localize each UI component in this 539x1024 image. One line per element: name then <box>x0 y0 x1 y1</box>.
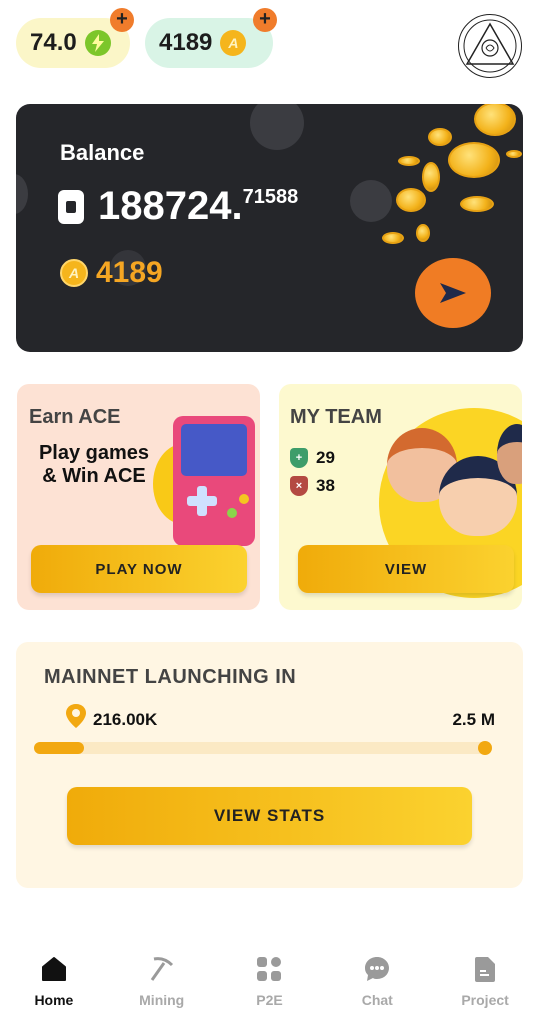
document-icon <box>470 954 500 984</box>
location-pin-icon <box>66 704 86 728</box>
gold-coin-icon <box>474 104 516 136</box>
nav-item-home[interactable]: Home <box>0 940 108 1024</box>
earn-title: Earn ACE <box>29 406 121 428</box>
balance-amount: 188724. 71588 <box>58 184 298 229</box>
balance-coin-value: 4189 <box>96 256 163 289</box>
wins-value: 29 <box>316 448 335 467</box>
energy-pill[interactable]: 74.0 + <box>16 8 134 68</box>
app-logo-icon <box>58 190 84 224</box>
send-button[interactable] <box>415 258 491 328</box>
gold-coin-icon <box>398 156 420 166</box>
shield-plus-icon: + <box>290 448 308 468</box>
ace-coin-icon: A <box>60 259 88 287</box>
mainnet-target: 2.5 M <box>452 710 495 729</box>
nav-item-mining[interactable]: Mining <box>108 940 216 1024</box>
view-team-button[interactable]: VIEW <box>298 545 514 593</box>
lightning-icon <box>84 30 111 56</box>
energy-value: 74.0 <box>30 29 77 56</box>
decor-circle <box>250 104 304 150</box>
nav-label: P2E <box>256 992 283 1008</box>
earn-card: Earn ACE Play games & Win ACE PLAY NOW <box>17 384 260 610</box>
chat-icon <box>362 954 392 984</box>
balance-card: Balance 188724. 71588 A 4189 <box>16 104 523 352</box>
nav-label: Chat <box>361 992 393 1008</box>
losses-value: 38 <box>316 476 335 495</box>
coin-pill[interactable]: 4189 A + <box>145 8 277 68</box>
view-stats-button[interactable]: VIEW STATS <box>67 787 472 845</box>
team-wins: + 29 <box>290 448 335 468</box>
gold-coin-icon <box>396 188 426 212</box>
mainnet-current: 216.00K <box>93 710 158 729</box>
gameboy-icon <box>173 416 255 546</box>
balance-coins: A 4189 <box>60 256 163 290</box>
shield-x-icon: × <box>290 476 308 496</box>
nav-item-project[interactable]: Project <box>431 940 539 1024</box>
mainnet-progress-bar <box>34 741 492 755</box>
gold-coin-icon <box>460 196 494 212</box>
ace-coin-icon: A <box>220 30 247 56</box>
nav-label: Home <box>34 992 74 1008</box>
nav-item-p2e[interactable]: P2E <box>216 940 324 1024</box>
nav-item-chat[interactable]: Chat <box>323 940 431 1024</box>
mainnet-progress-end <box>478 741 492 755</box>
profile-logo-icon <box>463 19 517 73</box>
decor-circle <box>16 174 28 214</box>
gold-coin-icon <box>506 150 522 158</box>
team-card: MY TEAM + 29 × 38 VIEW <box>279 384 522 610</box>
grid-icon <box>254 954 284 984</box>
avatar[interactable] <box>458 14 522 78</box>
bottom-nav: Home Mining P2E Chat Project <box>0 940 539 1024</box>
balance-integer: 188724. <box>98 184 243 228</box>
gold-coin-icon <box>448 142 500 178</box>
gold-coin-icon <box>416 224 430 242</box>
balance-fraction: 71588 <box>242 186 299 208</box>
play-now-button[interactable]: PLAY NOW <box>31 545 247 593</box>
decor-circle <box>350 180 392 222</box>
gold-coin-icon <box>422 162 440 192</box>
nav-label: Project <box>461 992 509 1008</box>
mainnet-title: MAINNET LAUNCHING IN <box>44 666 297 688</box>
add-energy-button[interactable]: + <box>110 8 134 32</box>
coin-value: 4189 <box>159 29 213 56</box>
team-title: MY TEAM <box>290 406 382 428</box>
mainnet-card: MAINNET LAUNCHING IN 216.00K 2.5 M VIEW … <box>16 642 523 888</box>
team-losses: × 38 <box>290 476 335 496</box>
earn-subtitle: Play games & Win ACE <box>38 442 150 487</box>
home-icon <box>39 954 69 984</box>
mainnet-progress-fill <box>34 742 84 754</box>
gold-coin-icon <box>382 232 404 244</box>
pickaxe-icon <box>147 954 177 984</box>
gold-coin-icon <box>428 128 452 146</box>
nav-label: Mining <box>139 992 185 1008</box>
add-coin-button[interactable]: + <box>253 8 277 32</box>
send-arrow-icon <box>440 283 466 303</box>
balance-title: Balance <box>60 140 145 165</box>
